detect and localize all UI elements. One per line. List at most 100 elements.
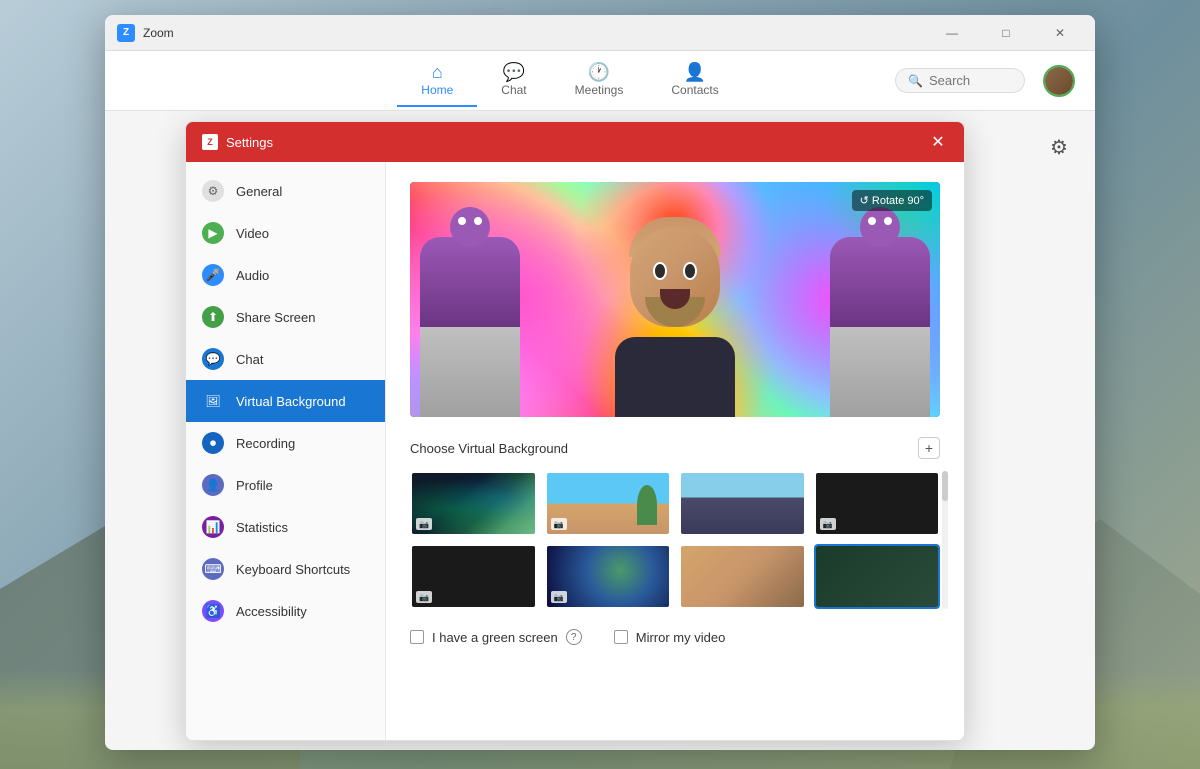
settings-nav-virtual-background[interactable]: 🖼 Virtual Background — [186, 380, 385, 422]
person-head — [630, 227, 720, 327]
tab-contacts[interactable]: 👤 Contacts — [647, 55, 742, 107]
window-controls: — □ ✕ — [929, 19, 1083, 47]
settings-header: Z Settings ✕ — [186, 122, 964, 162]
vbg-scrollbar[interactable] — [942, 471, 948, 609]
cam-icon-aurora: 📷 — [416, 518, 432, 530]
settings-nav-accessibility[interactable]: ♿ Accessibility — [186, 590, 385, 632]
help-icon[interactable]: ? — [566, 629, 582, 645]
close-button[interactable]: ✕ — [1037, 19, 1083, 47]
virtual-bg-section: Choose Virtual Background + 📷 📷 — [410, 437, 940, 645]
general-label: General — [236, 184, 282, 199]
app-window: Z Zoom — □ ✕ ⌂ Home 💬 Chat 🕐 Meetings 👤 — [105, 15, 1095, 750]
video-label: Video — [236, 226, 269, 241]
accessibility-label: Accessibility — [236, 604, 307, 619]
vbg-thumb-earth[interactable]: 📷 — [545, 544, 672, 609]
vbg-thumb-cat[interactable] — [679, 544, 806, 609]
cam-icon-black2: 📷 — [416, 591, 432, 603]
left-figure-eye-right — [474, 217, 482, 225]
keyboard-icon: ⌨ — [202, 558, 224, 580]
right-figure — [830, 237, 930, 417]
city-thumb-img — [681, 473, 804, 534]
vbg-thumb-city[interactable] — [679, 471, 806, 536]
settings-nav-audio[interactable]: 🎤 Audio — [186, 254, 385, 296]
green-screen-label: I have a green screen — [432, 630, 558, 645]
eye-right — [683, 262, 697, 280]
vbg-thumb-aurora[interactable]: 📷 — [410, 471, 537, 536]
right-figure-eye-right — [884, 217, 892, 225]
vbg-scrollbar-thumb — [942, 471, 948, 501]
statistics-label: Statistics — [236, 520, 288, 535]
add-background-button[interactable]: + — [918, 437, 940, 459]
share-screen-label: Share Screen — [236, 310, 316, 325]
eye-left — [653, 262, 667, 280]
vbg-options: I have a green screen ? Mirror my video — [410, 629, 940, 645]
user-avatar[interactable] — [1043, 65, 1075, 97]
tab-meetings-label: Meetings — [575, 83, 624, 97]
left-figure-body — [420, 237, 520, 417]
left-figure — [420, 237, 520, 417]
video-icon: ▶ — [202, 222, 224, 244]
settings-nav-statistics[interactable]: 📊 Statistics — [186, 506, 385, 548]
maximize-button[interactable]: □ — [983, 19, 1029, 47]
vbg-thumb-selected[interactable] — [814, 544, 941, 609]
audio-label: Audio — [236, 268, 269, 283]
tab-meetings[interactable]: 🕐 Meetings — [551, 55, 648, 107]
right-figure-body — [830, 237, 930, 417]
settings-close-button[interactable]: ✕ — [928, 132, 948, 152]
settings-nav-general[interactable]: ⚙ General — [186, 170, 385, 212]
settings-content-area: ↺ Rotate 90° Choose Virtual Background + — [386, 162, 964, 740]
video-preview: ↺ Rotate 90° — [410, 182, 940, 417]
nav-bar: ⌂ Home 💬 Chat 🕐 Meetings 👤 Contacts 🔍 — [105, 51, 1095, 111]
video-inner: ↺ Rotate 90° — [410, 182, 940, 417]
cam-icon-earth: 📷 — [551, 591, 567, 603]
settings-nav-recording[interactable]: ⏺ Recording — [186, 422, 385, 464]
tab-chat-label: Chat — [501, 83, 526, 97]
cat-thumb-img — [681, 546, 804, 607]
profile-label: Profile — [236, 478, 273, 493]
settings-nav-keyboard[interactable]: ⌨ Keyboard Shortcuts — [186, 548, 385, 590]
virtual-bg-icon: 🖼 — [202, 390, 224, 412]
avatar-image — [1045, 67, 1073, 95]
settings-nav-chat[interactable]: 💬 Chat — [186, 338, 385, 380]
settings-nav-video[interactable]: ▶ Video — [186, 212, 385, 254]
vbg-thumb-black[interactable]: 📷 — [814, 471, 941, 536]
settings-body: ⚙ General ▶ Video 🎤 Audio ⬆ Share Screen — [186, 162, 964, 740]
mirror-option: Mirror my video — [614, 630, 726, 645]
vbg-thumb-beach[interactable]: 📷 — [545, 471, 672, 536]
app-logo: Z — [117, 24, 135, 42]
settings-title: Settings — [226, 135, 928, 150]
recording-icon: ⏺ — [202, 432, 224, 454]
virtual-bg-label: Virtual Background — [236, 394, 346, 409]
vbg-thumb-black2[interactable]: 📷 — [410, 544, 537, 609]
left-figure-eye-left — [458, 217, 466, 225]
right-figure-eye-left — [868, 217, 876, 225]
settings-dialog: Z Settings ✕ ⚙ General ▶ Video — [185, 121, 965, 741]
vbg-title: Choose Virtual Background — [410, 441, 568, 456]
recording-label: Recording — [236, 436, 295, 451]
right-figure-eyes — [868, 217, 892, 225]
app-title: Zoom — [143, 26, 929, 40]
tab-home-label: Home — [421, 83, 453, 97]
gear-button[interactable]: ⚙ — [1043, 131, 1075, 163]
settings-nav-profile[interactable]: 👤 Profile — [186, 464, 385, 506]
general-icon: ⚙ — [202, 180, 224, 202]
title-bar: Z Zoom — □ ✕ — [105, 15, 1095, 51]
video-person — [585, 217, 765, 417]
search-bar: 🔍 — [895, 68, 1025, 93]
left-figure-eyes — [458, 217, 482, 225]
mirror-checkbox[interactable] — [614, 630, 628, 644]
tab-chat[interactable]: 💬 Chat — [477, 55, 550, 107]
chat-nav-icon: 💬 — [503, 63, 525, 81]
green-screen-checkbox[interactable] — [410, 630, 424, 644]
right-figure-head — [860, 207, 900, 247]
meetings-icon: 🕐 — [588, 63, 610, 81]
search-icon: 🔍 — [908, 74, 923, 88]
tab-home[interactable]: ⌂ Home — [397, 55, 477, 107]
minimize-button[interactable]: — — [929, 19, 975, 47]
settings-nav-share-screen[interactable]: ⬆ Share Screen — [186, 296, 385, 338]
chat-settings-icon: 💬 — [202, 348, 224, 370]
rotate-button[interactable]: ↺ Rotate 90° — [852, 190, 932, 211]
settings-sidebar: ⚙ General ▶ Video 🎤 Audio ⬆ Share Screen — [186, 162, 386, 740]
vbg-grid: 📷 📷 📷 — [410, 471, 940, 609]
search-input[interactable] — [929, 73, 1009, 88]
